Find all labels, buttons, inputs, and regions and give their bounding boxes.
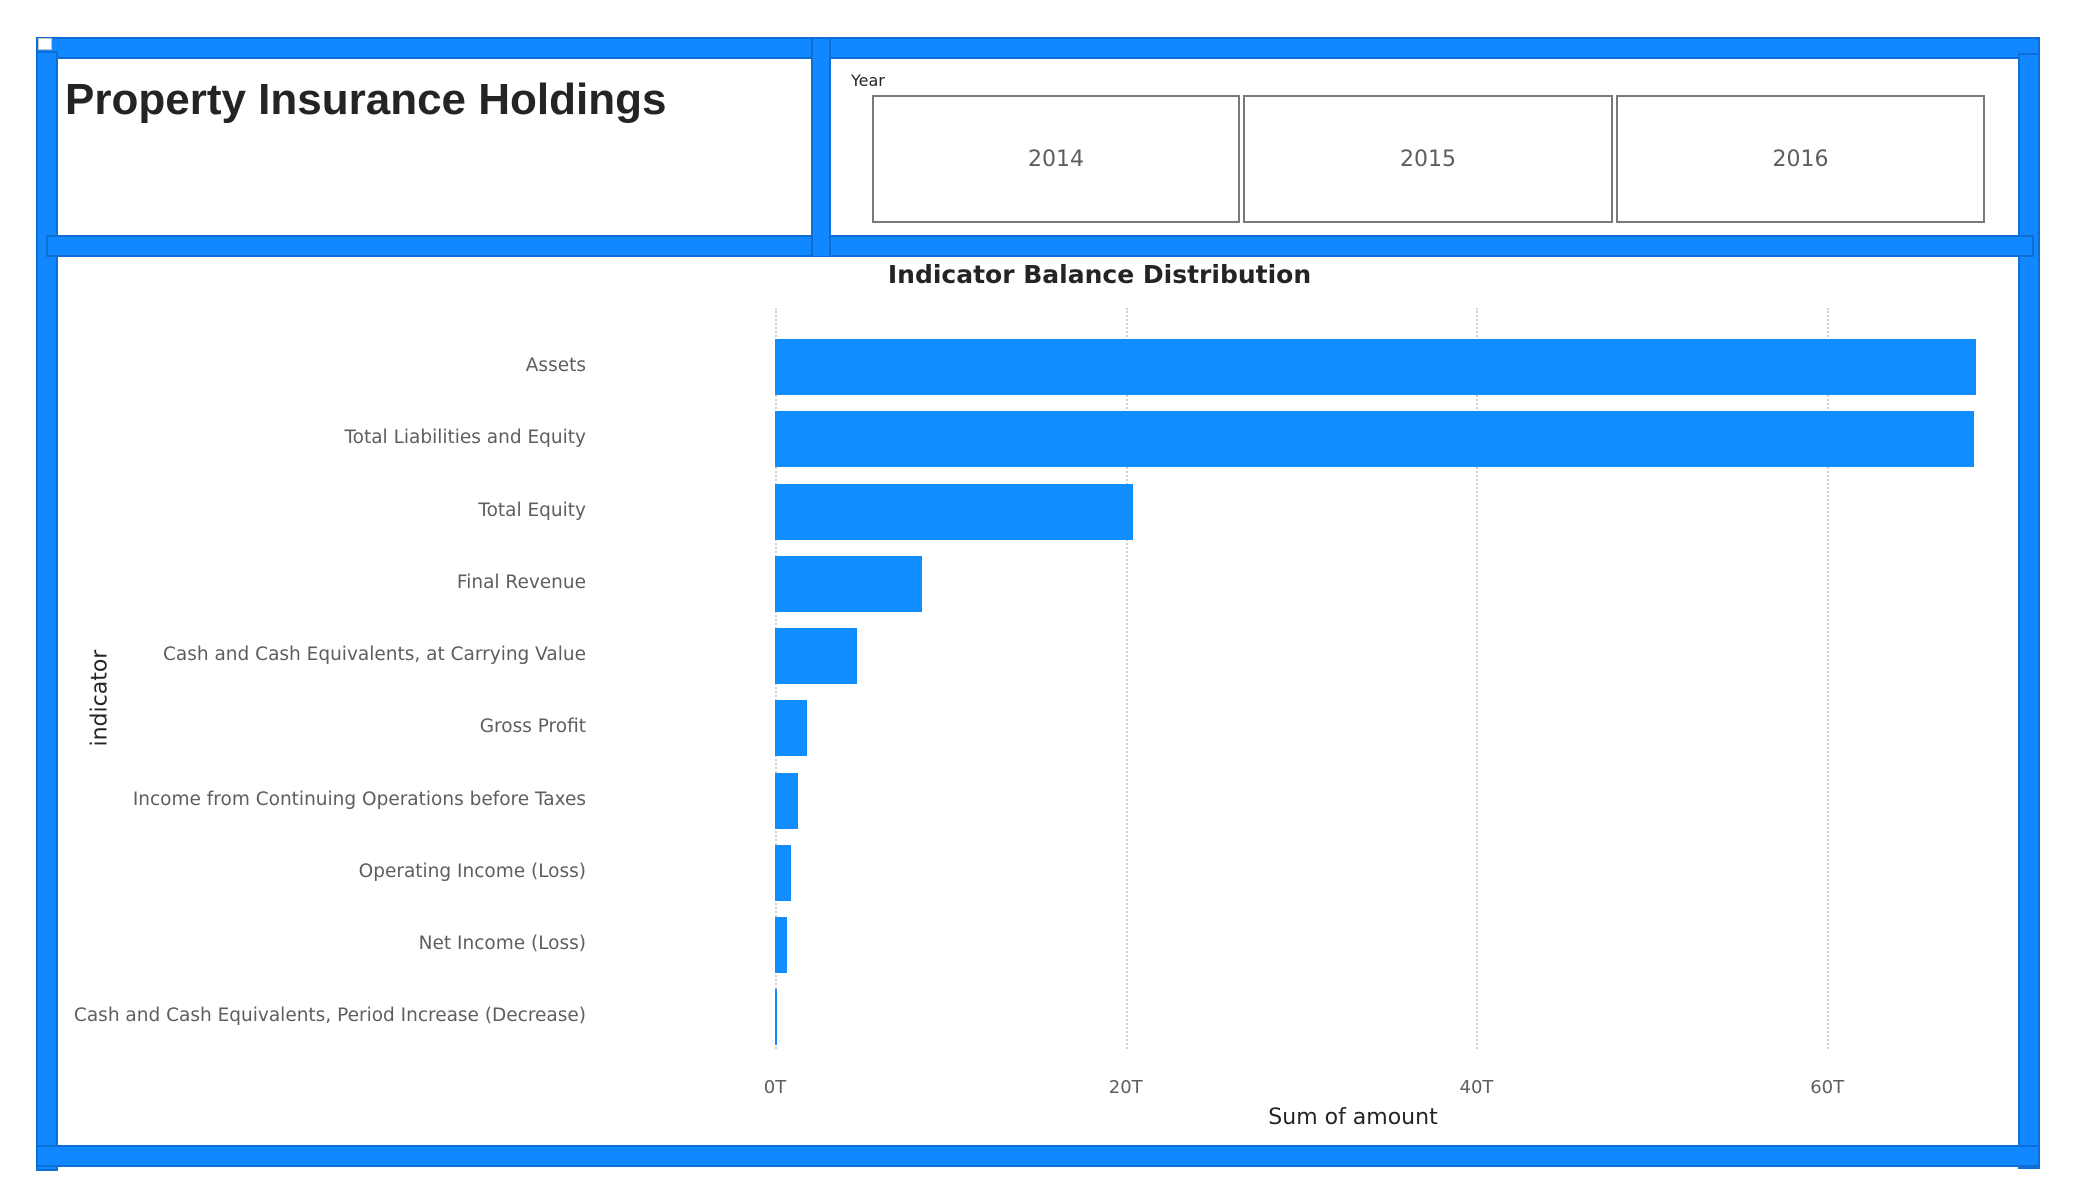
bar[interactable] [775,555,923,612]
category-label: Total Liabilities and Equity [344,427,586,449]
year-option-2015[interactable]: 2015 [1243,95,1613,223]
x-tick-label: 60T [1810,1077,1845,1098]
x-tick-label: 40T [1459,1077,1494,1098]
category-label: Cash and Cash Equivalents, at Carrying V… [162,644,586,665]
frame-bottom-bar [36,1145,2040,1167]
bar[interactable] [775,700,807,757]
category-label: Income from Continuing Operations before… [132,788,586,810]
category-label: Cash and Cash Equivalents, Period Increa… [73,1005,586,1027]
year-slicer[interactable]: Year 2014 2015 2016 [831,59,2018,235]
category-label: Assets [525,355,586,376]
frame-corner-marker [38,38,52,50]
frame-top-bar [36,37,2040,59]
x-tick-label: 0T [763,1077,787,1098]
frame-middle-bar [46,235,2034,257]
bar[interactable] [775,844,791,901]
bar[interactable] [775,628,858,684]
year-option-2014[interactable]: 2014 [872,95,1240,223]
title-card[interactable]: Property Insurance Holdings [58,59,811,235]
bar[interactable] [775,411,1975,468]
frame-right-bar [2018,53,2040,1169]
bar-chart-visual[interactable]: Indicator Balance Distribution indicator… [58,257,2018,1145]
category-label: Total Equity [478,499,586,521]
frame-left-bar [36,51,58,1171]
category-label: Operating Income (Loss) [358,860,586,882]
category-label: Final Revenue [456,571,586,593]
bar[interactable] [775,989,777,1046]
year-option-2016[interactable]: 2016 [1616,95,1985,223]
x-tick-label: 20T [1108,1077,1143,1098]
bar[interactable] [775,339,1977,395]
frame-divider-bar [811,37,831,258]
bar[interactable] [775,483,1133,540]
bar[interactable] [775,772,798,829]
category-label: Net Income (Loss) [418,933,586,954]
plot-area: 0T 20T 40T 60T Assets Total Liabilities … [58,257,2018,1145]
category-label: Gross Profit [479,716,586,738]
slicer-header: Year [851,71,885,90]
report-title: Property Insurance Holdings [65,75,667,124]
bar[interactable] [775,917,788,973]
